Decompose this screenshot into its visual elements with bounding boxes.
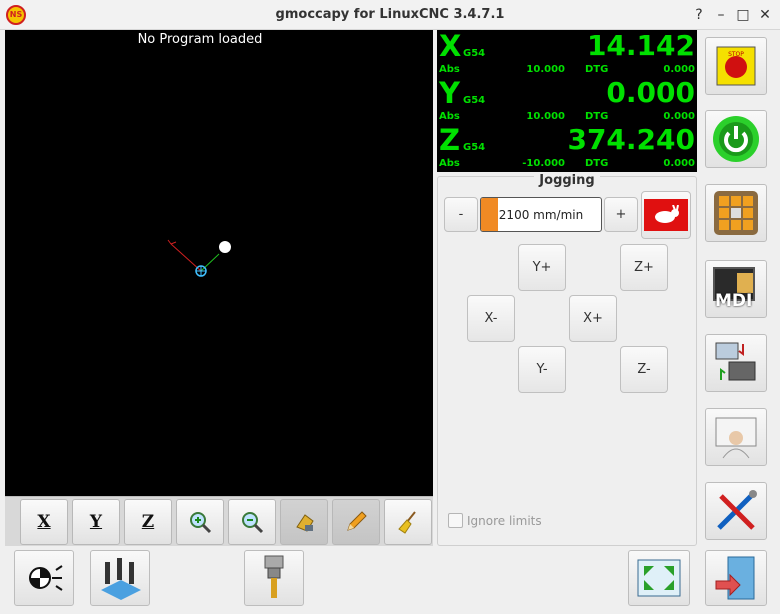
touch-off-icon [29, 565, 63, 591]
jog-speed-value: 2100 mm/min [498, 208, 584, 222]
dro-dtg-value: 0.000 [663, 64, 695, 75]
axes-origin-icon [167, 239, 231, 277]
jog-z-minus-button[interactable]: Z- [620, 346, 668, 393]
dro-dtg-value: 0.000 [663, 111, 695, 122]
dro-dtg-value: 0.000 [663, 158, 695, 169]
dro-abs-label: Abs [439, 111, 460, 122]
broom-icon [398, 511, 416, 534]
eraser-icon [296, 514, 314, 532]
dro-coord-system: G54 [463, 142, 486, 153]
ignore-limits-checkbox[interactable]: Ignore limits [448, 513, 542, 528]
maximize-button[interactable]: □ [734, 6, 752, 24]
preview-toolbar: X Y Z [5, 496, 433, 546]
jog-speed-decrease-button[interactable]: - [444, 197, 478, 232]
rabbit-icon [644, 199, 688, 231]
zoom-in-icon [190, 512, 212, 534]
pencil-icon [347, 511, 367, 531]
jog-x-minus-button[interactable]: X- [467, 295, 515, 342]
clear-plot-button[interactable] [384, 499, 432, 545]
window-title: gmoccapy for LinuxCNC 3.4.7.1 [275, 7, 505, 22]
dro-dtg-label: DTG [585, 158, 609, 169]
delete-view-button[interactable] [280, 499, 328, 545]
user-settings-icon [715, 417, 757, 459]
machine-auto-icon [715, 342, 756, 381]
dro-value: 14.142 [586, 29, 695, 62]
zoom-out-button[interactable] [228, 499, 276, 545]
view-z-button[interactable]: Z [124, 499, 172, 545]
dro-value: 374.240 [567, 123, 695, 156]
jogging-panel: Jogging - 2100 mm/min + Y+ Z+ X- X+ Y- Z… [437, 173, 697, 546]
dro-row-x[interactable]: X G54 14.142 Abs 10.000 DTG 0.000 [437, 29, 697, 77]
tool-measure-icon [101, 558, 141, 600]
dro-display: X G54 14.142 Abs 10.000 DTG 0.000 Y G54 … [437, 29, 697, 172]
jog-y-plus-button[interactable]: Y+ [518, 244, 566, 291]
mdi-label: MDI [715, 291, 753, 311]
dro-abs-label: Abs [439, 158, 460, 169]
zoom-out-icon [242, 512, 264, 534]
exit-door-icon [715, 556, 755, 600]
tool-button[interactable] [244, 550, 304, 606]
ignore-limits-label: Ignore limits [467, 513, 542, 528]
emergency-stop-button[interactable]: STOP [705, 37, 767, 95]
dro-axis-label: Z [439, 123, 461, 157]
jog-x-plus-button[interactable]: X+ [569, 295, 617, 342]
keypad-icon [737, 273, 753, 293]
dro-row-y[interactable]: Y G54 0.000 Abs 10.000 DTG 0.000 [437, 76, 697, 124]
dro-value: 0.000 [606, 76, 695, 109]
view-y-label: Y [89, 512, 103, 532]
dro-row-z[interactable]: Z G54 374.240 Abs -10.000 DTG 0.000 [437, 123, 697, 171]
milling-tool-icon [264, 555, 284, 598]
checkbox-box[interactable] [448, 513, 463, 528]
machine-power-button[interactable] [705, 110, 767, 168]
power-icon [713, 116, 759, 162]
jog-y-minus-button[interactable]: Y- [518, 346, 566, 393]
wrench-screwdriver-icon [717, 490, 757, 530]
dro-abs-value: 10.000 [526, 64, 565, 75]
jog-z-plus-button[interactable]: Z+ [620, 244, 668, 291]
minimize-button[interactable]: – [712, 6, 730, 24]
view-x-label: X [37, 512, 51, 532]
auto-mode-button[interactable] [705, 334, 767, 392]
dro-abs-value: 10.000 [526, 111, 565, 122]
tool-measure-button[interactable] [90, 550, 150, 606]
mdi-icon: MDI [711, 265, 761, 313]
fullscreen-icon [637, 559, 681, 597]
turtle-jog-button[interactable] [641, 191, 691, 239]
dro-abs-label: Abs [439, 64, 460, 75]
dro-axis-label: X [439, 29, 462, 63]
dro-abs-value: -10.000 [522, 158, 565, 169]
view-y-button[interactable]: Y [72, 499, 120, 545]
exit-button[interactable] [705, 550, 767, 606]
dro-dtg-label: DTG [585, 111, 609, 122]
dro-dtg-label: DTG [585, 64, 609, 75]
zoom-in-button[interactable] [176, 499, 224, 545]
view-z-label: Z [141, 512, 155, 532]
view-x-button[interactable]: X [20, 499, 68, 545]
edit-button[interactable] [332, 499, 380, 545]
title-bar: NS gmoccapy for LinuxCNC 3.4.7.1 ? – □ ✕ [0, 0, 780, 30]
emergency-stop-icon: STOP [716, 46, 756, 86]
fullscreen-toggle-button[interactable] [628, 550, 690, 606]
svg-text:STOP: STOP [728, 51, 744, 58]
jog-speed-slider[interactable]: 2100 mm/min [480, 197, 602, 232]
jog-speed-increase-button[interactable]: + [604, 197, 638, 232]
jog-arrows-icon [714, 191, 758, 235]
jogging-title: Jogging [534, 173, 600, 188]
toolpath-preview[interactable]: No Program loaded [5, 30, 433, 496]
touch-off-button[interactable] [14, 550, 74, 606]
close-button[interactable]: ✕ [756, 6, 774, 24]
setup-tools-button[interactable] [705, 482, 767, 540]
dro-axis-label: Y [439, 76, 460, 110]
settings-page-button[interactable] [705, 408, 767, 466]
manual-mode-button[interactable] [705, 184, 767, 242]
help-icon[interactable]: ? [690, 6, 708, 24]
dro-coord-system: G54 [463, 95, 486, 106]
mdi-button[interactable]: MDI [705, 260, 767, 318]
dro-coord-system: G54 [463, 48, 486, 59]
